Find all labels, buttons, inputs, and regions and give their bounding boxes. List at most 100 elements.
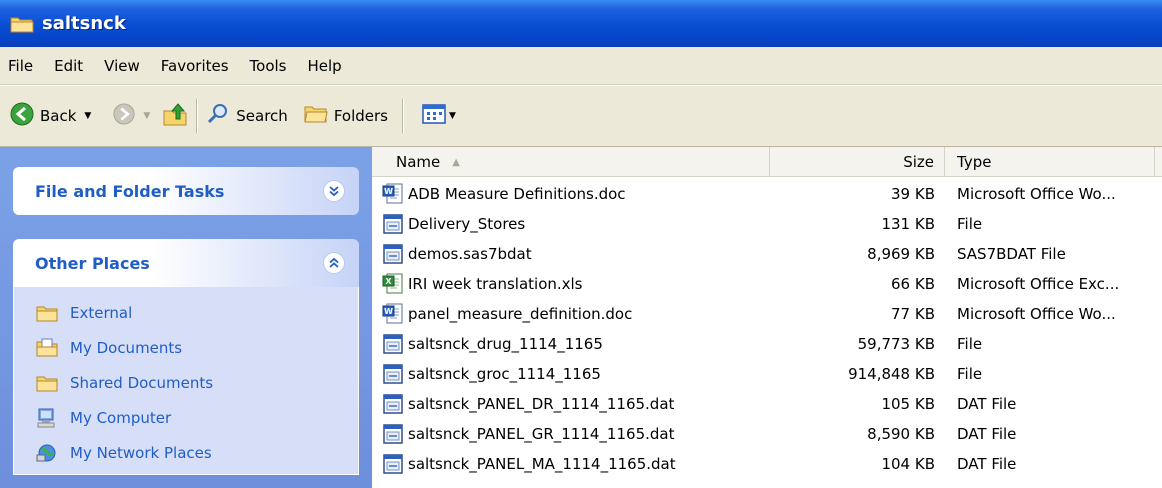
file-folder-tasks-header[interactable]: File and Folder Tasks <box>13 167 359 215</box>
menu-tools[interactable]: Tools <box>250 57 287 75</box>
file-list-view: Name ▲ Size Type W ADB Measure Definition… <box>372 147 1162 488</box>
file-row[interactable]: Wpanel_measure_definition.doc 77 KB Micros… <box>372 299 1162 329</box>
folder-icon <box>10 15 34 33</box>
other-places-title: Other Places <box>35 253 150 273</box>
file-name-cell[interactable]: saltsnck_PANEL_GR_1114_1165.dat <box>372 423 770 445</box>
file-size: 39 KB <box>891 185 935 203</box>
file-size: 105 KB <box>881 395 935 413</box>
file-row[interactable]: saltsnck_PANEL_DR_1114_1165.dat 105 KB DAT… <box>372 389 1162 419</box>
file-row[interactable]: saltsnck_drug_1114_1165 59,773 KB File <box>372 329 1162 359</box>
collapse-chevron-icon[interactable] <box>323 252 345 274</box>
file-name-cell[interactable]: X IRI week translation.xls <box>372 273 770 295</box>
menu-view[interactable]: View <box>104 57 140 75</box>
views-button[interactable]: ▼ <box>422 96 456 136</box>
column-header-label: Type <box>957 153 992 171</box>
expand-chevron-icon[interactable] <box>323 180 345 202</box>
up-folder-button[interactable] <box>162 96 188 136</box>
folder-icon <box>36 373 58 393</box>
file-name: demos.sas7bdat <box>408 245 532 263</box>
file-name: saltsnck_PANEL_DR_1114_1165.dat <box>408 395 675 413</box>
place-my-network-places[interactable]: My Network Places <box>36 435 358 470</box>
menu-favorites[interactable]: Favorites <box>161 57 229 75</box>
file-row[interactable]: saltsnck_PANEL_GR_1114_1165.dat 8,590 KB D… <box>372 419 1162 449</box>
file-name-cell[interactable]: Wpanel_measure_definition.doc <box>372 303 770 325</box>
file-row[interactable]: demos.sas7bdat 8,969 KB SAS7BDAT File <box>372 239 1162 269</box>
place-label: My Documents <box>70 338 183 357</box>
sort-ascending-icon: ▲ <box>452 156 460 168</box>
file-size: 77 KB <box>891 305 935 323</box>
file-name-cell[interactable]: demos.sas7bdat <box>372 243 770 265</box>
title-bar[interactable]: saltsnck <box>0 0 1162 47</box>
menu-file[interactable]: File <box>8 57 33 75</box>
network-icon <box>36 443 58 463</box>
file-size: 8,590 KB <box>867 425 935 443</box>
file-type: Microsoft Office Wo... <box>957 185 1116 203</box>
place-external[interactable]: External <box>36 295 358 330</box>
file-name: saltsnck_drug_1114_1165 <box>408 335 603 353</box>
file-size: 66 KB <box>891 275 935 293</box>
sas-file-icon <box>382 423 406 445</box>
file-row[interactable]: Delivery_Stores 131 KB File <box>372 209 1162 239</box>
word-doc-icon: W <box>382 183 406 205</box>
views-icon <box>422 103 446 129</box>
file-size: 8,969 KB <box>867 245 935 263</box>
file-name: saltsnck_PANEL_MA_1114_1165.dat <box>408 455 676 473</box>
file-row[interactable]: saltsnck_groc_1114_1165 914,848 KB File <box>372 359 1162 389</box>
sas-file-icon <box>382 393 406 415</box>
place-my-computer[interactable]: My Computer <box>36 400 358 435</box>
file-name-cell[interactable]: Delivery_Stores <box>372 213 770 235</box>
back-label: Back <box>40 107 77 125</box>
file-type: SAS7BDAT File <box>957 245 1066 263</box>
file-name-cell[interactable]: saltsnck_groc_1114_1165 <box>372 363 770 385</box>
place-label: My Computer <box>70 408 172 427</box>
menu-help[interactable]: Help <box>308 57 342 75</box>
file-row[interactable]: saltsnck_PANEL_MA_1114_1165.dat 104 KB DAT… <box>372 449 1162 479</box>
file-name: saltsnck_PANEL_GR_1114_1165.dat <box>408 425 675 443</box>
other-places-panel: Other Places External My Documents Share… <box>13 239 359 475</box>
svg-text:W: W <box>384 307 393 316</box>
file-name: IRI week translation.xls <box>408 275 583 293</box>
folders-icon <box>304 103 328 129</box>
column-header-row: Name ▲ Size Type <box>372 147 1162 177</box>
search-icon <box>206 102 230 130</box>
back-arrow-icon <box>10 102 34 130</box>
forward-dropdown-icon[interactable]: ▼ <box>143 111 150 121</box>
other-places-header[interactable]: Other Places <box>13 239 359 287</box>
menu-edit[interactable]: Edit <box>54 57 83 75</box>
back-dropdown-icon[interactable]: ▼ <box>84 111 91 121</box>
file-size: 131 KB <box>881 215 935 233</box>
back-button[interactable]: Back ▼ <box>10 96 91 136</box>
window-title: saltsnck <box>42 13 126 34</box>
file-size: 914,848 KB <box>848 365 935 383</box>
file-type: Microsoft Office Exc... <box>957 275 1120 293</box>
sas-file-icon <box>382 363 406 385</box>
file-rows: W ADB Measure Definitions.doc 39 KB Microso… <box>372 179 1162 479</box>
folders-button[interactable]: Folders <box>304 96 388 136</box>
excel-icon: X <box>382 273 406 295</box>
column-header-name[interactable]: Name ▲ <box>372 147 770 177</box>
search-button[interactable]: Search <box>206 96 288 136</box>
file-type: File <box>957 365 983 383</box>
file-name-cell[interactable]: saltsnck_PANEL_DR_1114_1165.dat <box>372 393 770 415</box>
file-type: DAT File <box>957 425 1017 443</box>
file-row[interactable]: X IRI week translation.xls 66 KB Microsoft … <box>372 269 1162 299</box>
forward-button[interactable]: ▼ <box>113 96 150 136</box>
column-header-type[interactable]: Type <box>945 147 1155 177</box>
file-row[interactable]: W ADB Measure Definitions.doc 39 KB Microso… <box>372 179 1162 209</box>
file-type: DAT File <box>957 455 1017 473</box>
place-my-documents[interactable]: My Documents <box>36 330 358 365</box>
file-type: File <box>957 215 983 233</box>
toolbar: Back ▼ ▼ Search Folders ▼ <box>0 85 1162 147</box>
folders-label: Folders <box>333 107 388 125</box>
file-name-cell[interactable]: W ADB Measure Definitions.doc <box>372 183 770 205</box>
place-shared-documents[interactable]: Shared Documents <box>36 365 358 400</box>
file-type: File <box>957 335 983 353</box>
file-name-cell[interactable]: saltsnck_drug_1114_1165 <box>372 333 770 355</box>
sas-file-icon <box>382 213 406 235</box>
views-dropdown-icon[interactable]: ▼ <box>449 111 456 121</box>
column-header-size[interactable]: Size <box>770 147 945 177</box>
task-pane: File and Folder Tasks Other Places Exter… <box>0 147 372 488</box>
other-places-list: External My Documents Shared Documents M… <box>13 287 359 475</box>
file-name-cell[interactable]: saltsnck_PANEL_MA_1114_1165.dat <box>372 453 770 475</box>
toolbar-separator <box>196 99 199 133</box>
